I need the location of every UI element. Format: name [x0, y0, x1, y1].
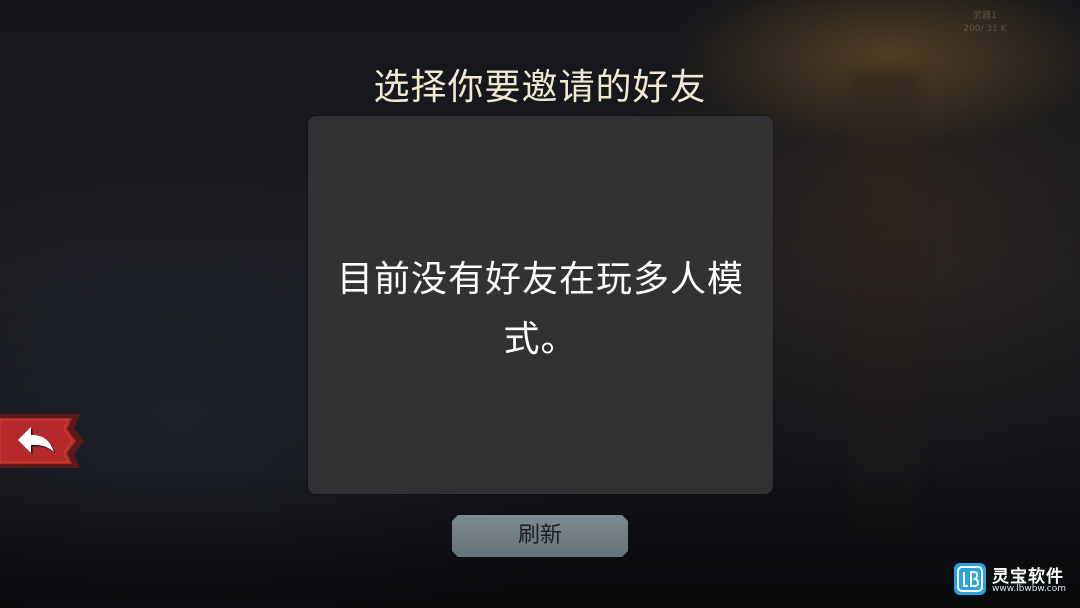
back-button[interactable]	[0, 412, 86, 470]
page-title: 选择你要邀请的好友	[373, 67, 707, 108]
watermark-url: www.lbwbw.com	[992, 584, 1067, 594]
refresh-button-label: 刷新	[517, 523, 562, 548]
corner-text-line1: 武器1	[973, 11, 997, 21]
corner-text-line2: 200/ 31 K	[963, 24, 1007, 34]
empty-state-message: 目前没有好友在玩多人模式。	[336, 259, 744, 360]
background-corner-text: 武器1 200/ 31 K	[950, 10, 1020, 36]
friends-list-panel: 目前没有好友在玩多人模式。	[308, 116, 773, 494]
refresh-button[interactable]: 刷新	[452, 515, 628, 557]
watermark: 灵宝软件 www.lbwbw.com	[952, 561, 1076, 601]
game-screen: 武器1 200/ 31 K 选择你要邀请的好友 目前没有好友在玩多人模式。 刷新…	[0, 0, 1080, 608]
lb-logo-icon	[954, 563, 986, 595]
back-banner-shape	[0, 414, 84, 468]
